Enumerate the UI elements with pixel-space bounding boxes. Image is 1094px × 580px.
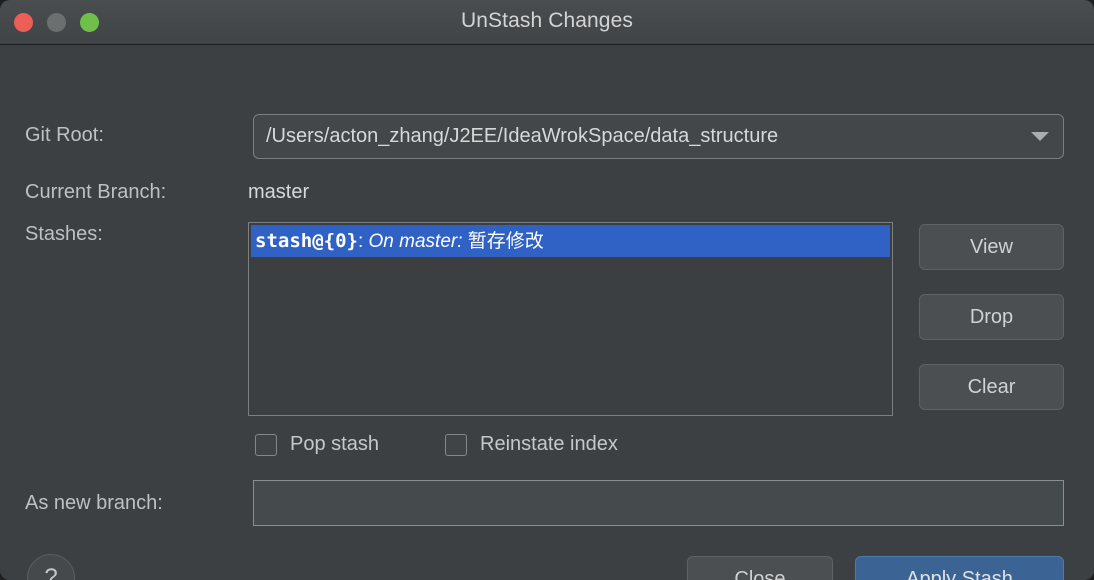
unstash-changes-dialog: UnStash Changes Git Root: /Users/acton_z… xyxy=(0,0,1094,580)
stash-list[interactable]: stash@{0}: On master: 暂存修改 xyxy=(248,222,893,416)
reinstate-index-checkbox[interactable]: Reinstate index xyxy=(445,433,618,456)
as-new-branch-input[interactable] xyxy=(253,480,1064,526)
current-branch-value: master xyxy=(248,181,310,203)
close-button[interactable]: Close xyxy=(687,556,833,580)
stash-separator: : xyxy=(357,231,369,252)
clear-button[interactable]: Clear xyxy=(919,364,1064,410)
title-bar: UnStash Changes xyxy=(0,0,1094,45)
list-item[interactable]: stash@{0}: On master: 暂存修改 xyxy=(251,225,890,257)
window-title: UnStash Changes xyxy=(461,9,633,32)
git-root-label: Git Root: xyxy=(25,124,104,146)
git-root-combobox[interactable]: /Users/acton_zhang/J2EE/IdeaWrokSpace/da… xyxy=(253,114,1064,159)
reinstate-index-label: Reinstate index xyxy=(480,433,618,455)
apply-stash-button[interactable]: Apply Stash xyxy=(855,556,1064,580)
help-icon[interactable]: ? xyxy=(27,554,75,580)
pop-stash-label: Pop stash xyxy=(290,433,379,455)
pop-stash-checkbox[interactable]: Pop stash xyxy=(255,433,379,456)
drop-button[interactable]: Drop xyxy=(919,294,1064,340)
stash-message: 暂存修改 xyxy=(462,231,544,252)
stash-on-branch: On master: xyxy=(368,231,463,252)
dialog-body: Git Root: /Users/acton_zhang/J2EE/IdeaWr… xyxy=(0,45,1094,580)
view-button[interactable]: View xyxy=(919,224,1064,270)
stashes-label: Stashes: xyxy=(25,223,103,245)
current-branch-label: Current Branch: xyxy=(25,181,167,203)
git-root-value: /Users/acton_zhang/J2EE/IdeaWrokSpace/da… xyxy=(266,125,779,147)
checkbox-box[interactable] xyxy=(255,433,277,456)
chevron-down-icon[interactable] xyxy=(1017,132,1063,141)
checkbox-box[interactable] xyxy=(445,433,467,456)
stash-id: stash@{0} xyxy=(255,230,358,252)
as-new-branch-label: As new branch: xyxy=(25,492,163,514)
